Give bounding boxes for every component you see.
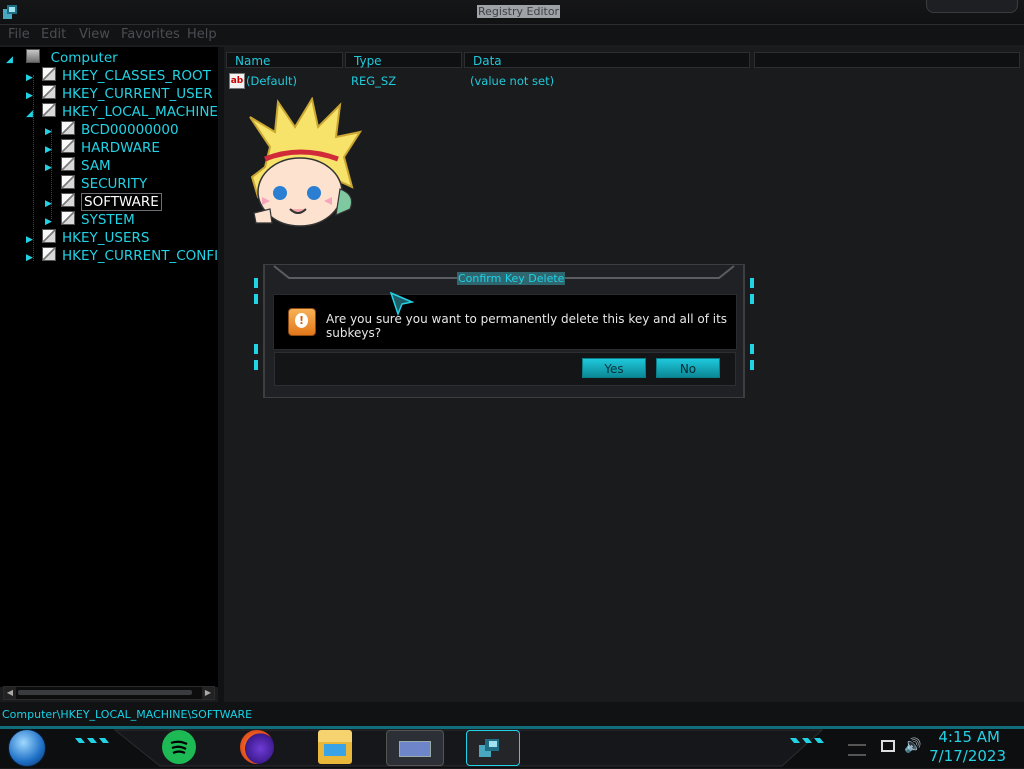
status-bar: Computer\HKEY_LOCAL_MACHINE\SOFTWARE — [0, 702, 1024, 726]
tree-item-label: HKEY_USERS — [62, 230, 150, 246]
tree-item-hkey-current-config[interactable]: ▶ HKEY_CURRENT_CONFI — [26, 247, 218, 265]
scroll-left-icon[interactable]: ◀ — [4, 687, 16, 699]
cartoon-sticker-image — [249, 97, 363, 227]
expanded-arrow-icon[interactable]: ◢ — [6, 51, 18, 69]
folder-icon — [61, 121, 75, 135]
tree-item-label: SAM — [81, 158, 111, 174]
folder-icon — [61, 175, 75, 189]
tree-horizontal-scrollbar[interactable]: ◀ ▶ — [3, 686, 215, 700]
registry-editor-icon — [3, 5, 17, 19]
value-type: REG_SZ — [351, 74, 397, 88]
mouse-cursor-icon — [390, 292, 414, 316]
network-icon[interactable] — [881, 740, 895, 752]
tree-item-label: SOFTWARE — [81, 193, 162, 211]
tree-item-hkey-users[interactable]: ▶ HKEY_USERS — [26, 229, 149, 247]
folder-icon — [42, 67, 56, 81]
expanded-arrow-icon[interactable]: ◢ — [26, 105, 38, 123]
menu-edit[interactable]: Edit — [41, 27, 66, 42]
tree-item-hkey-current-user[interactable]: ▶ HKEY_CURRENT_USER — [26, 85, 213, 103]
string-value-icon: ab — [229, 73, 245, 89]
clock-date[interactable]: 7/17/2023 — [929, 747, 1006, 765]
taskbar-app-window[interactable] — [386, 730, 444, 766]
firefox-icon[interactable] — [240, 730, 274, 764]
folder-icon — [42, 229, 56, 243]
menu-favorites[interactable]: Favorites — [121, 27, 180, 42]
spotify-icon[interactable] — [162, 730, 196, 764]
tree-item-hardware[interactable]: ▶ HARDWARE — [45, 139, 160, 157]
value-name[interactable]: (Default) — [246, 74, 297, 88]
tree-item-label: BCD00000000 — [81, 122, 179, 138]
file-explorer-icon[interactable] — [318, 730, 352, 764]
status-path: Computer\HKEY_LOCAL_MACHINE\SOFTWARE — [2, 708, 253, 721]
column-header-data[interactable]: Data — [464, 52, 750, 68]
folder-icon — [61, 157, 75, 171]
window-controls[interactable] — [926, 0, 1018, 13]
scroll-right-icon[interactable]: ▶ — [202, 687, 214, 699]
folder-icon — [61, 193, 75, 207]
folder-icon — [42, 85, 56, 99]
column-header-name[interactable]: Name — [226, 52, 343, 68]
tree-item-computer[interactable]: ◢ Computer — [6, 49, 118, 67]
menu-help[interactable]: Help — [187, 27, 217, 42]
column-header-blank[interactable] — [754, 52, 1020, 68]
tree-item-sam[interactable]: ▶ SAM — [45, 157, 111, 175]
scrollbar-thumb[interactable] — [18, 690, 192, 695]
taskbar: 🔊 4:15 AM 7/17/2023 — [0, 726, 1024, 768]
folder-icon — [61, 211, 75, 225]
tree-item-system[interactable]: ▶ SYSTEM — [45, 211, 135, 229]
no-button[interactable]: No — [656, 358, 720, 378]
dialog-message: Are you sure you want to permanently del… — [326, 312, 728, 340]
window-title: Registry Editor — [477, 5, 561, 18]
dialog-title: Confirm Key Delete — [457, 272, 566, 285]
tree-item-hkey-local-machine[interactable]: ◢ HKEY_LOCAL_MACHINE — [26, 103, 218, 121]
tree-item-label: SYSTEM — [81, 212, 135, 228]
expand-arrow-icon[interactable]: ▶ — [26, 249, 38, 267]
dialog-message-area: ! Are you sure you want to permanently d… — [273, 294, 737, 350]
warning-icon: ! — [288, 308, 316, 336]
tree-item-label: HKEY_LOCAL_MACHINE — [62, 104, 218, 120]
tree-item-label: Computer — [50, 50, 118, 66]
notification-chevron-icon[interactable] — [848, 744, 866, 756]
folder-icon — [42, 103, 56, 117]
dialog-button-bar: Yes No — [274, 352, 736, 386]
menu-view[interactable]: View — [79, 27, 110, 42]
tree-item-hkey-classes-root[interactable]: ▶ HKEY_CLASSES_ROOT — [26, 67, 211, 85]
value-data: (value not set) — [470, 74, 555, 88]
menu-file[interactable]: File — [8, 27, 30, 42]
tree-item-label: HKEY_CURRENT_CONFI — [62, 248, 219, 264]
menu-bar: File Edit View Favorites Help — [0, 25, 1024, 45]
start-button[interactable] — [8, 729, 46, 767]
volume-icon[interactable]: 🔊 — [904, 738, 921, 754]
tree-item-label: HARDWARE — [81, 140, 160, 156]
tree-item-software[interactable]: ▶ SOFTWARE — [45, 193, 162, 211]
registry-tree: ◢ Computer ▶ HKEY_CLASSES_ROOT ▶ HKEY_CURR… — [0, 47, 218, 687]
clock-time[interactable]: 4:15 AM — [938, 728, 1000, 746]
tree-item-label: SECURITY — [81, 176, 148, 192]
registry-editor-taskbar-icon[interactable] — [466, 730, 520, 766]
title-bar: Registry Editor — [0, 0, 1024, 25]
computer-icon — [26, 49, 41, 63]
tree-item-security[interactable]: SECURITY — [45, 175, 147, 193]
folder-icon — [42, 247, 56, 261]
tree-item-label: HKEY_CURRENT_USER — [62, 86, 213, 102]
column-header-type[interactable]: Type — [345, 52, 462, 68]
yes-button[interactable]: Yes — [582, 358, 646, 378]
folder-icon — [61, 139, 75, 153]
tree-item-bcd00000000[interactable]: ▶ BCD00000000 — [45, 121, 179, 139]
tree-item-label: HKEY_CLASSES_ROOT — [62, 68, 211, 84]
